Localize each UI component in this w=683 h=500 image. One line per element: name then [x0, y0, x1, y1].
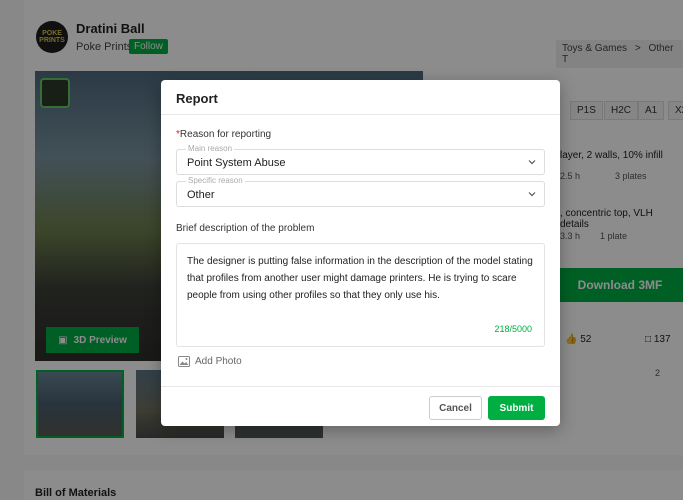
- add-photo-button[interactable]: Add Photo: [178, 356, 242, 367]
- main-reason-value: Point System Abuse: [187, 157, 286, 169]
- chevron-down-icon: [528, 160, 536, 165]
- cancel-button[interactable]: Cancel: [429, 396, 482, 420]
- reason-label: *Reason for reporting: [176, 129, 271, 140]
- add-photo-label: Add Photo: [195, 356, 242, 367]
- reason-label-text: Reason for reporting: [179, 129, 272, 140]
- description-label: Brief description of the problem: [176, 223, 315, 234]
- modal-footer: Cancel Submit: [161, 386, 560, 426]
- main-reason-select[interactable]: Main reason Point System Abuse: [176, 144, 545, 175]
- description-textarea[interactable]: The designer is putting false informatio…: [176, 243, 545, 347]
- submit-button[interactable]: Submit: [488, 396, 545, 420]
- specific-reason-select[interactable]: Specific reason Other: [176, 176, 545, 207]
- modal-title: Report: [161, 80, 560, 115]
- image-icon: [178, 356, 190, 367]
- char-counter: 218/5000: [494, 324, 532, 334]
- specific-reason-floating-label: Specific reason: [186, 176, 245, 185]
- main-reason-floating-label: Main reason: [186, 144, 235, 153]
- specific-reason-value: Other: [187, 189, 215, 201]
- chevron-down-icon: [528, 192, 536, 197]
- description-text: The designer is putting false informatio…: [187, 256, 533, 301]
- report-modal: Report *Reason for reporting Main reason…: [161, 80, 560, 426]
